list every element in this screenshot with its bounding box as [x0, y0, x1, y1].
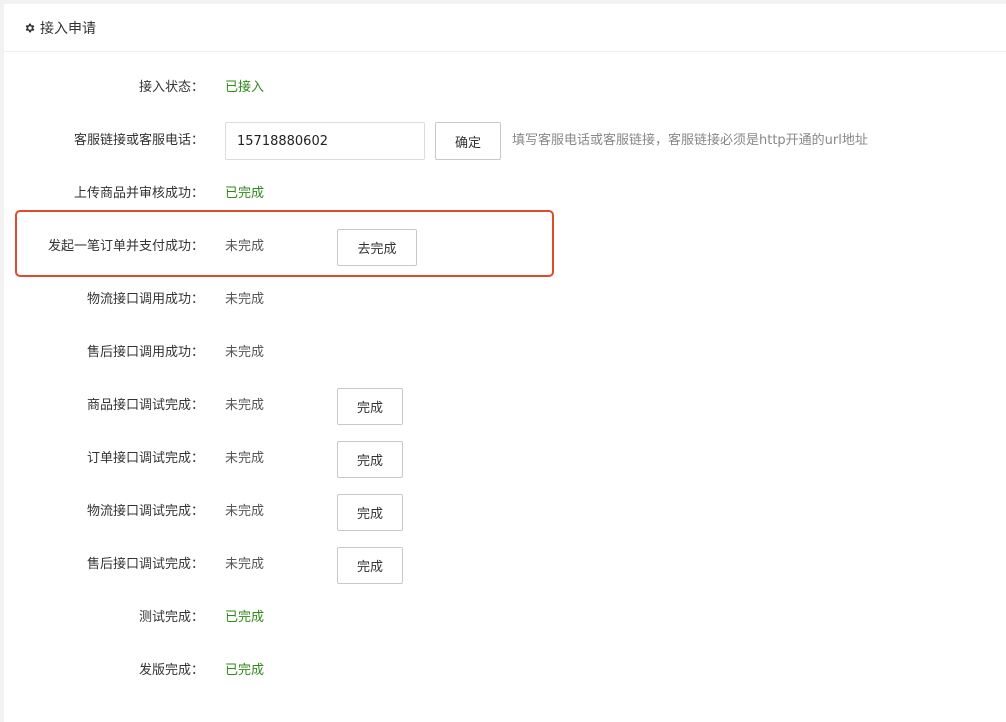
step-row-logistics-debug: 物流接口调试完成： 未完成 完成: [4, 492, 1006, 532]
step-label: 售后接口调用成功：: [86, 345, 204, 360]
step-status: 已完成: [225, 610, 265, 625]
step-status: 未完成: [225, 557, 265, 572]
step-row-logistics-call: 物流接口调用成功： 未完成: [4, 280, 1006, 320]
step-label: 物流接口调用成功：: [86, 292, 204, 307]
complete-button-logistics[interactable]: 完成: [337, 494, 403, 531]
step-status: 未完成: [225, 451, 265, 466]
step-label: 发版完成：: [138, 663, 204, 678]
panel-title: 接入申请: [40, 20, 96, 37]
access-application-panel: 接入申请 接入状态： 已接入 客服链接或客服电话： 确定 填写客服电话或客服链接…: [4, 4, 1006, 722]
step-label: 售后接口调试完成：: [86, 557, 204, 572]
service-link-input[interactable]: [225, 122, 425, 160]
complete-button-aftersale[interactable]: 完成: [337, 547, 403, 584]
step-row-aftersale-call: 售后接口调用成功： 未完成: [4, 333, 1006, 373]
step-status: 未完成: [225, 292, 265, 307]
step-row-goods-debug: 商品接口调试完成： 未完成 完成: [4, 386, 1006, 426]
access-status-value: 已接入: [225, 80, 265, 95]
step-row-test-done: 测试完成： 已完成: [4, 598, 1006, 638]
complete-button-goods[interactable]: 完成: [337, 388, 403, 425]
step-label: 上传商品并审核成功：: [73, 186, 204, 201]
step-label: 商品接口调试完成：: [86, 398, 204, 413]
step-status: 未完成: [225, 345, 265, 360]
step-row-release-done: 发版完成： 已完成: [4, 651, 1006, 691]
step-status: 已完成: [225, 663, 265, 678]
access-status-row: 接入状态： 已接入: [4, 68, 1006, 108]
step-status: 未完成: [225, 398, 265, 413]
step-row-aftersale-debug: 售后接口调试完成： 未完成 完成: [4, 545, 1006, 585]
step-label: 物流接口调试完成：: [86, 504, 204, 519]
panel-header: 接入申请: [4, 4, 1006, 52]
step-row-upload-goods: 上传商品并审核成功： 已完成: [4, 174, 1006, 214]
access-status-label: 接入状态：: [138, 80, 204, 95]
service-link-row: 客服链接或客服电话： 确定 填写客服电话或客服链接，客服链接必须是http开通的…: [4, 122, 1006, 162]
highlight-box: [15, 210, 554, 277]
complete-button-order[interactable]: 完成: [337, 441, 403, 478]
step-status: 已完成: [225, 186, 265, 201]
step-label: 订单接口调试完成：: [86, 451, 204, 466]
confirm-button[interactable]: 确定: [435, 122, 501, 160]
step-row-order-debug: 订单接口调试完成： 未完成 完成: [4, 439, 1006, 479]
step-label: 测试完成：: [138, 610, 204, 625]
step-status: 未完成: [225, 504, 265, 519]
gear-icon: [25, 23, 35, 32]
service-link-hint: 填写客服电话或客服链接，客服链接必须是http开通的url地址: [512, 133, 868, 148]
service-link-label: 客服链接或客服电话：: [73, 133, 204, 148]
